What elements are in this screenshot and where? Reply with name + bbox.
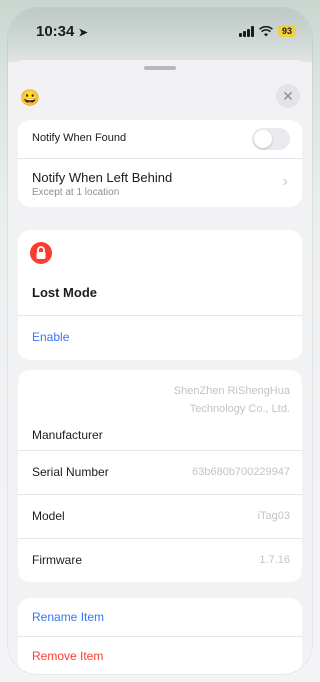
battery-icon: 93 xyxy=(277,25,296,37)
remove-item-row[interactable]: Remove Item xyxy=(18,637,302,674)
serial-number-label: Serial Number xyxy=(32,465,109,479)
manufacturer-label: Manufacturer xyxy=(32,428,103,442)
status-icons: 93 xyxy=(238,25,296,37)
notify-when-found-row[interactable]: Notify When Found xyxy=(18,120,302,159)
firmware-label: Firmware xyxy=(32,553,82,567)
clock: 10:34 ➤ xyxy=(36,23,88,40)
serial-number-row: Serial Number 63b680b700229947 xyxy=(18,451,302,495)
remove-item-button[interactable]: Remove Item xyxy=(32,649,103,663)
notify-left-behind-subtitle: Except at 1 location xyxy=(32,187,120,198)
sheet-grabber[interactable] xyxy=(144,66,176,70)
details-card: Manufacturer ShenZhen RiShengHua Technol… xyxy=(18,370,302,582)
model-value: iTag03 xyxy=(257,510,290,522)
phone-screen: 10:34 ➤ 93 😀 ✕ Notify When Found Notify … xyxy=(8,8,312,674)
status-bar: 10:34 ➤ 93 xyxy=(8,8,312,62)
notify-left-behind-row[interactable]: Notify When Left Behind Except at 1 loca… xyxy=(18,159,302,207)
notify-left-behind-label: Notify When Left Behind xyxy=(32,170,173,185)
notifications-card: Notify When Found Notify When Left Behin… xyxy=(18,120,302,207)
notify-when-found-label: Notify When Found xyxy=(32,132,127,144)
serial-number-value: 63b680b700229947 xyxy=(192,466,290,478)
chevron-right-icon: › xyxy=(282,173,288,190)
lost-mode-card: Lost Mode Enable xyxy=(18,230,302,360)
wifi-icon xyxy=(259,25,273,36)
model-row: Model iTag03 xyxy=(18,495,302,539)
actions-card: Rename Item Remove Item xyxy=(18,598,302,674)
manufacturer-row: Manufacturer ShenZhen RiShengHua Technol… xyxy=(18,370,302,451)
firmware-value: 1.7.16 xyxy=(259,554,290,566)
lost-mode-title: Lost Mode xyxy=(32,285,97,300)
cellular-signal-icon xyxy=(238,25,254,37)
location-arrow-icon: ➤ xyxy=(78,27,88,39)
notify-when-found-toggle[interactable] xyxy=(252,128,290,150)
model-label: Model xyxy=(32,509,65,523)
item-emoji-icon: 😀 xyxy=(20,90,40,107)
rename-item-row[interactable]: Rename Item xyxy=(18,598,302,637)
lock-icon xyxy=(30,242,52,264)
close-button[interactable]: ✕ xyxy=(276,84,300,108)
time-text: 10:34 xyxy=(36,23,75,40)
rename-item-button[interactable]: Rename Item xyxy=(32,610,104,624)
item-sheet: 😀 ✕ Notify When Found Notify When Left B… xyxy=(8,60,312,674)
enable-lost-mode-link[interactable]: Enable xyxy=(32,330,69,344)
close-icon: ✕ xyxy=(282,88,294,104)
firmware-row: Firmware 1.7.16 xyxy=(18,539,302,582)
manufacturer-value: ShenZhen RiShengHua Technology Co., Ltd. xyxy=(173,385,290,415)
